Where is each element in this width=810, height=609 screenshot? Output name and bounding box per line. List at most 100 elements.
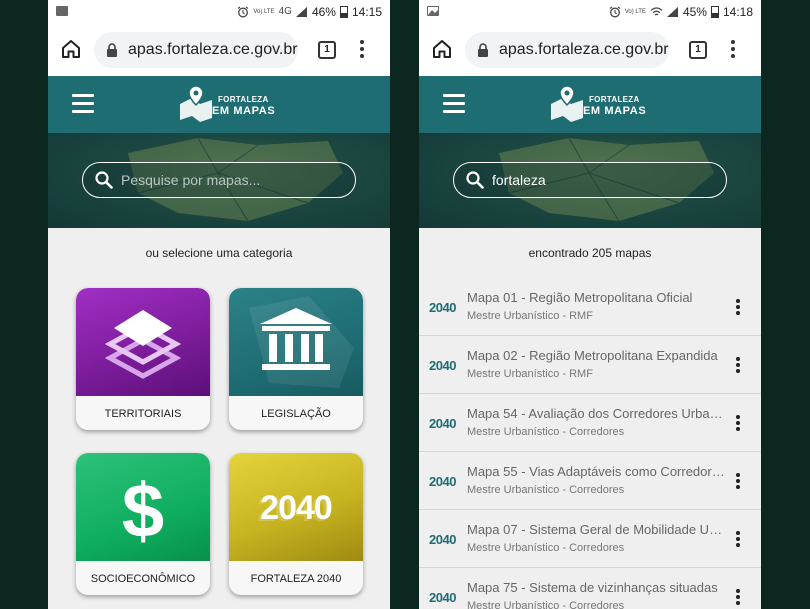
search-hero: Pesquise por mapas... (48, 133, 390, 228)
volte-indicator: Vo) LTE (624, 9, 646, 15)
2040-badge: 2040 (429, 532, 456, 547)
home-icon[interactable] (431, 38, 453, 60)
app-header: FORTALEZA EM MAPAS (48, 76, 390, 133)
category-label: SOCIOECONÔMICO (90, 573, 196, 585)
result-title: Mapa 07 - Sistema Geral de Mobilidade Ur… (467, 522, 725, 537)
battery-percent: 46% (311, 5, 336, 19)
browser-toolbar: apas.fortaleza.ce.gov.br 1 (419, 24, 761, 76)
status-bar: Vo) LTE 45% 14:18 (419, 0, 761, 24)
logo-line-2: EM MAPAS (212, 105, 276, 117)
volte-indicator: Vo) LTE (253, 9, 275, 15)
signal-icon (295, 7, 308, 17)
more-options-icon[interactable] (735, 531, 741, 549)
network-type: 4G (278, 6, 292, 17)
category-label: LEGISLAÇÃO (261, 408, 331, 420)
more-options-icon[interactable] (735, 357, 741, 375)
image-notification-icon (427, 6, 439, 16)
activity-icon (56, 6, 68, 16)
search-hero: fortaleza (419, 133, 761, 228)
2040-badge: 2040 (429, 590, 456, 605)
category-section: ou selecione uma categoria TERRITORIAIS (48, 228, 390, 609)
result-title: Mapa 02 - Região Metropolitana Expandida (467, 348, 718, 363)
url-text: apas.fortaleza.ce.gov.br (128, 41, 298, 58)
more-options-icon[interactable] (735, 473, 741, 491)
result-row[interactable]: 2040 Mapa 01 - Região Metropolitana Ofic… (419, 278, 761, 336)
logo-line-1: FORTALEZA (218, 95, 269, 104)
result-subtitle: Mestre Urbanístico - RMF (467, 310, 593, 322)
result-title: Mapa 01 - Região Metropolitana Oficial (467, 290, 693, 305)
address-bar[interactable]: apas.fortaleza.ce.gov.br (465, 32, 669, 68)
signal-icon (666, 7, 679, 17)
logo-line-2: EM MAPAS (583, 105, 647, 117)
logo-line-1: FORTALEZA (589, 95, 640, 104)
clock: 14:18 (722, 5, 753, 19)
category-image (229, 288, 363, 396)
browser-menu-icon[interactable] (359, 40, 365, 60)
layers-icon (104, 310, 182, 379)
results-count: encontrado 205 mapas (528, 246, 652, 260)
hamburger-menu-icon[interactable] (72, 94, 94, 114)
dollar-icon: $ (122, 469, 164, 554)
result-subtitle: Mestre Urbanístico - RMF (467, 368, 593, 380)
search-input[interactable]: Pesquise por mapas... (82, 162, 356, 198)
2040-badge: 2040 (429, 416, 456, 431)
government-building-icon (249, 296, 354, 388)
result-title: Mapa 55 - Vias Adaptáveis como Corredore… (467, 464, 725, 479)
clock: 14:15 (351, 5, 382, 19)
result-row[interactable]: 2040 Mapa 02 - Região Metropolitana Expa… (419, 336, 761, 394)
map-pin-logo-icon (180, 85, 212, 122)
search-value: fortaleza (492, 172, 546, 188)
2040-badge: 2040 (429, 300, 456, 315)
category-card-socioeconomico[interactable]: $ SOCIOECONÔMICO (76, 453, 210, 595)
category-label: TERRITORIAIS (104, 408, 182, 420)
result-subtitle: Mestre Urbanístico - Corredores (467, 484, 625, 496)
result-row[interactable]: 2040 Mapa 75 - Sistema de vizinhanças si… (419, 568, 761, 609)
more-options-icon[interactable] (735, 299, 741, 317)
alarm-icon (237, 6, 249, 18)
app-header: FORTALEZA EM MAPAS (419, 76, 761, 133)
home-icon[interactable] (60, 38, 82, 60)
more-options-icon[interactable] (735, 415, 741, 433)
category-card-territoriais[interactable]: TERRITORIAIS (76, 288, 210, 430)
category-card-legislacao[interactable]: LEGISLAÇÃO (229, 288, 363, 430)
lock-icon (478, 43, 488, 57)
results-section: encontrado 205 mapas 2040 Mapa 01 - Regi… (419, 228, 761, 609)
more-options-icon[interactable] (735, 589, 741, 607)
battery-icon (339, 6, 348, 18)
result-title: Mapa 75 - Sistema de vizinhanças situada… (467, 580, 718, 595)
status-bar: Vo) LTE 4G 46% 14:15 (48, 0, 390, 24)
result-subtitle: Mestre Urbanístico - Corredores (467, 426, 625, 438)
2040-badge: 2040 (429, 474, 456, 489)
category-caption: ou selecione uma categoria (145, 246, 293, 260)
map-pin-logo-icon (551, 85, 583, 122)
phone-screen-results: Vo) LTE 45% 14:18 apas.fortaleza.ce.gov.… (419, 0, 761, 609)
category-image (76, 288, 210, 396)
result-title: Mapa 54 - Avaliação dos Corredores Urban… (467, 406, 725, 421)
result-row[interactable]: 2040 Mapa 55 - Vias Adaptáveis como Corr… (419, 452, 761, 510)
tab-switcher-button[interactable]: 1 (689, 41, 707, 59)
category-card-fortaleza-2040[interactable]: 2040 2040 FORTALEZA 2040 (229, 453, 363, 595)
category-image: 2040 2040 (229, 453, 363, 561)
result-row[interactable]: 2040 Mapa 07 - Sistema Geral de Mobilida… (419, 510, 761, 568)
wifi-icon (650, 7, 663, 16)
result-subtitle: Mestre Urbanístico - Corredores (467, 542, 625, 554)
search-placeholder: Pesquise por mapas... (121, 172, 261, 188)
tab-switcher-button[interactable]: 1 (318, 41, 336, 59)
hamburger-menu-icon[interactable] (443, 94, 465, 114)
2040-badge: 2040 (260, 489, 333, 527)
alarm-icon (609, 6, 621, 18)
search-icon (466, 171, 484, 189)
result-subtitle: Mestre Urbanístico - Corredores (467, 600, 625, 609)
search-input[interactable]: fortaleza (453, 162, 727, 198)
fortaleza-em-mapas-logo[interactable]: FORTALEZA EM MAPAS (178, 84, 278, 124)
fortaleza-em-mapas-logo[interactable]: FORTALEZA EM MAPAS (549, 84, 649, 124)
category-label: FORTALEZA 2040 (250, 573, 342, 585)
address-bar[interactable]: apas.fortaleza.ce.gov.br (94, 32, 298, 68)
browser-toolbar: apas.fortaleza.ce.gov.br 1 (48, 24, 390, 76)
search-icon (95, 171, 113, 189)
svg-text:$: $ (122, 469, 164, 554)
category-image: $ (76, 453, 210, 561)
2040-badge: 2040 (429, 358, 456, 373)
result-row[interactable]: 2040 Mapa 54 - Avaliação dos Corredores … (419, 394, 761, 452)
browser-menu-icon[interactable] (730, 40, 736, 60)
